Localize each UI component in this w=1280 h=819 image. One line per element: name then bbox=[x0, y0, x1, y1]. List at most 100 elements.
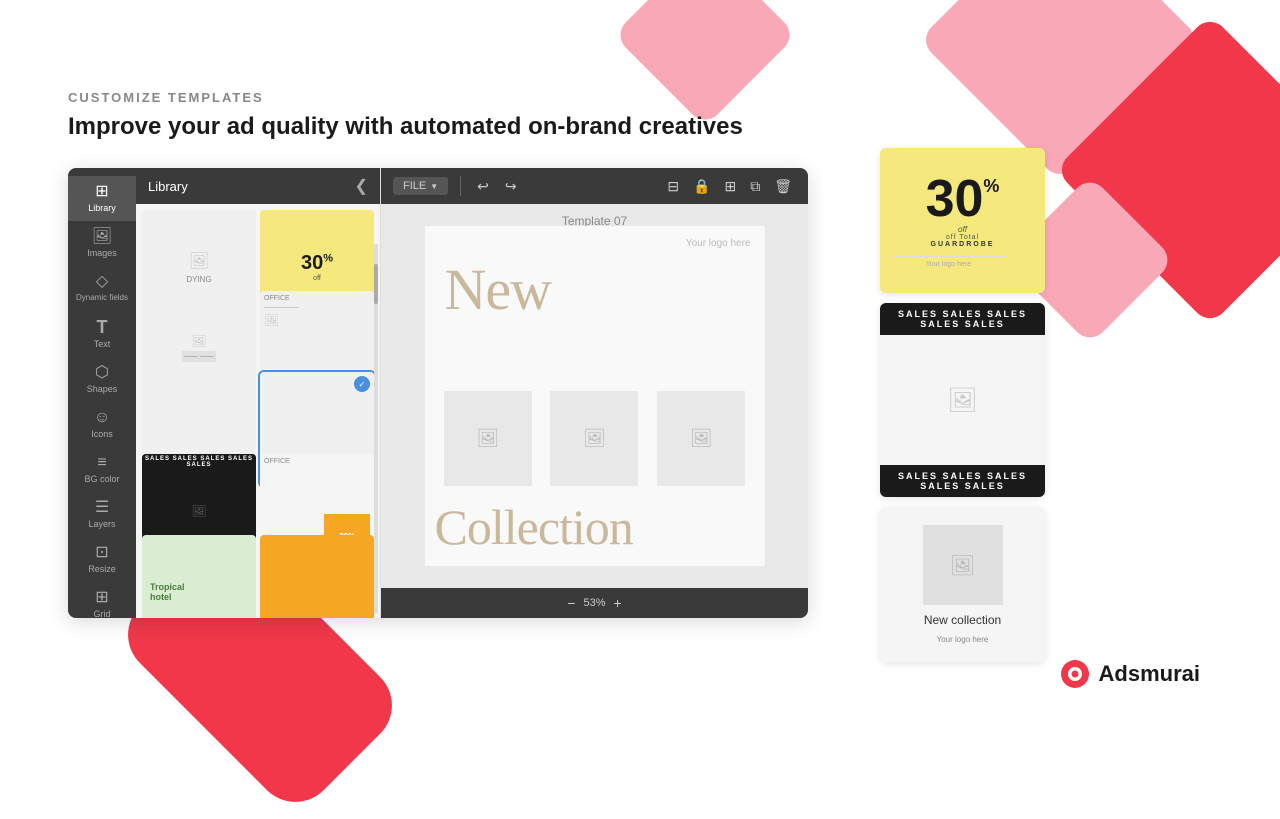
template-thumb-10[interactable]: new collectionnew collectionnew collecti… bbox=[260, 535, 374, 618]
sidebar-label-bgcolor: BG color bbox=[84, 474, 119, 484]
canvas-new-text[interactable]: New bbox=[445, 256, 552, 323]
sidebar-item-icons[interactable]: ☺ Icons bbox=[68, 402, 136, 447]
adsmurai-brand-name: Adsmurai bbox=[1099, 661, 1200, 687]
zoom-level: 53% bbox=[583, 597, 605, 609]
preview-card-new-collection[interactable]: 🖼 New collection Your logo here bbox=[880, 507, 1045, 662]
preview-percent-sign: % bbox=[983, 177, 999, 195]
header-section: CUSTOMIZE TEMPLATES Improve your ad qual… bbox=[68, 90, 743, 141]
thumb4-sub: ————— bbox=[264, 304, 299, 311]
shapes-icon: ⬡ bbox=[95, 365, 109, 381]
preview-off-label: off bbox=[892, 225, 1033, 234]
sidebar-label-shapes: Shapes bbox=[87, 384, 118, 394]
thumb10-text: new collectionnew collectionnew collecti… bbox=[264, 573, 327, 610]
sidebar-label-images: Images bbox=[87, 248, 117, 258]
panel-scrollbar-track bbox=[374, 244, 378, 614]
sidebar-label-layers: Layers bbox=[88, 519, 115, 529]
toolbar-divider-1 bbox=[460, 176, 461, 196]
canvas-img-3[interactable]: 🖼 bbox=[657, 391, 745, 486]
sidebar-item-dynamic[interactable]: ◇ Dynamic fields bbox=[68, 266, 136, 310]
preview-yellow-content: 30 % off off Total GUARDROBE Your logo h… bbox=[880, 148, 1045, 293]
bgcolor-icon: ≡ bbox=[97, 455, 106, 471]
preview-card-sales[interactable]: SALES SALES SALES SALES SALES 🖼 SALES SA… bbox=[880, 303, 1045, 497]
canvas-area: Template 07 Your logo here New 🖼 🖼 🖼 Col… bbox=[381, 204, 808, 588]
sidebar-item-images[interactable]: 🖼 Images bbox=[68, 221, 136, 266]
canvas-img-3-icon: 🖼 bbox=[690, 428, 713, 449]
icons-icon: ☺ bbox=[94, 410, 110, 426]
canvas-frame[interactable]: Your logo here New 🖼 🖼 🖼 Collection bbox=[425, 226, 765, 566]
thumb8-label: OFFICE bbox=[264, 458, 290, 465]
editor-main: FILE ▼ ↩ ↪ ⊟ 🔒 ⊞ ⧉ 🗑 Template 07 Your lo… bbox=[381, 168, 808, 618]
preview-new-collection-content: 🖼 New collection Your logo here bbox=[880, 507, 1045, 662]
images-icon: 🖼 bbox=[92, 229, 112, 245]
preview-discount-row: 30 % bbox=[892, 173, 1033, 225]
library-icon: ⊞ bbox=[95, 184, 108, 200]
text-icon: T bbox=[97, 318, 108, 336]
sidebar-label-resize: Resize bbox=[88, 564, 116, 574]
zoom-in-button[interactable]: + bbox=[614, 595, 622, 611]
dynamic-icon: ◇ bbox=[96, 274, 108, 290]
library-panel: Library ❮ 🖼 DYING 30% off 🖼 bbox=[136, 168, 381, 618]
sidebar-label-text: Text bbox=[94, 339, 111, 349]
preview-subtitle2: GUARDROBE bbox=[892, 241, 1033, 248]
preview-subtitle: off Total bbox=[892, 234, 1033, 241]
thumb3-text: —— —— bbox=[182, 351, 216, 362]
editor-container: ⊞ Library 🖼 Images ◇ Dynamic fields T Te… bbox=[68, 168, 808, 618]
template-grid: 🖼 DYING 30% off 🖼 —— —— OFFICE bbox=[136, 204, 380, 618]
sidebar-item-bgcolor[interactable]: ≡ BG color bbox=[68, 447, 136, 492]
panel-title: Library bbox=[148, 179, 188, 194]
zoom-out-button[interactable]: − bbox=[567, 595, 575, 611]
sidebar-item-resize[interactable]: ⊡ Resize bbox=[68, 537, 136, 582]
thumb2-label: off bbox=[313, 275, 321, 282]
canvas-img-2-icon: 🖼 bbox=[583, 428, 606, 449]
thumb6-select-indicator: ✓ bbox=[354, 376, 370, 392]
canvas-img-1[interactable]: 🖼 bbox=[444, 391, 532, 486]
sidebar-item-library[interactable]: ⊞ Library bbox=[68, 176, 136, 221]
thumb4-label: OFFICE bbox=[264, 295, 290, 302]
toolbar-right: ⊟ 🔒 ⊞ ⧉ 🗑 bbox=[663, 176, 796, 197]
file-button[interactable]: FILE ▼ bbox=[393, 177, 448, 195]
preview-card1-logo: Your logo here bbox=[892, 256, 1005, 268]
file-chevron-icon: ▼ bbox=[430, 182, 438, 191]
sidebar-label-library: Library bbox=[88, 203, 116, 213]
sidebar: ⊞ Library 🖼 Images ◇ Dynamic fields T Te… bbox=[68, 168, 136, 618]
thumb1-img-icon: 🖼 bbox=[189, 251, 209, 271]
lock-button[interactable]: 🔒 bbox=[689, 176, 714, 197]
align-button[interactable]: ⊟ bbox=[663, 176, 683, 197]
distribute-button[interactable]: ⊞ bbox=[720, 176, 740, 197]
preview-nc-img-placeholder: 🖼 bbox=[923, 525, 1003, 605]
thumb7-ticker: SALES SALES SALES SALES SALES bbox=[142, 454, 256, 470]
redo-button[interactable]: ↪ bbox=[501, 176, 521, 197]
panel-header: Library ❮ bbox=[136, 168, 380, 204]
thumb2-discount: 30% bbox=[301, 252, 333, 275]
preview-sales-bottom: SALES SALES SALES SALES SALES bbox=[880, 465, 1045, 497]
sidebar-label-icons: Icons bbox=[91, 429, 113, 439]
sidebar-label-grid: Grid bbox=[93, 609, 110, 618]
sidebar-item-layers[interactable]: ☰ Layers bbox=[68, 492, 136, 537]
thumb3-img: 🖼 bbox=[191, 334, 206, 348]
zoom-bar: − 53% + bbox=[381, 588, 808, 618]
sidebar-item-grid[interactable]: ⊞ Grid bbox=[68, 582, 136, 618]
grid-icon: ⊞ bbox=[95, 590, 108, 606]
preview-sales-top: SALES SALES SALES SALES SALES bbox=[880, 303, 1045, 335]
delete-button[interactable]: 🗑 bbox=[770, 176, 796, 197]
canvas-image-row: 🖼 🖼 🖼 bbox=[425, 391, 765, 486]
copy-button[interactable]: ⧉ bbox=[746, 176, 764, 197]
canvas-logo-text: Your logo here bbox=[686, 238, 751, 249]
canvas-img-2[interactable]: 🖼 bbox=[550, 391, 638, 486]
preview-nc-title: New collection bbox=[924, 613, 1001, 627]
preview-column: 30 % off off Total GUARDROBE Your logo h… bbox=[880, 148, 1045, 662]
preview-nc-logo: Your logo here bbox=[937, 635, 989, 644]
sidebar-item-shapes[interactable]: ⬡ Shapes bbox=[68, 357, 136, 402]
template-thumb-9[interactable]: Tropicalhotel bbox=[142, 535, 256, 618]
canvas-img-1-icon: 🖼 bbox=[476, 428, 499, 449]
panel-scrollbar-thumb[interactable] bbox=[374, 264, 378, 304]
undo-button[interactable]: ↩ bbox=[473, 176, 493, 197]
preview-card-yellow[interactable]: 30 % off off Total GUARDROBE Your logo h… bbox=[880, 148, 1045, 293]
canvas-collection-text[interactable]: Collection bbox=[435, 498, 633, 556]
thumb4-img: 🖼 bbox=[264, 313, 279, 327]
panel-close-button[interactable]: ❮ bbox=[355, 176, 368, 196]
layers-icon: ☰ bbox=[95, 500, 109, 516]
customize-label: CUSTOMIZE TEMPLATES bbox=[68, 90, 743, 105]
resize-icon: ⊡ bbox=[95, 545, 108, 561]
sidebar-item-text[interactable]: T Text bbox=[68, 310, 136, 357]
